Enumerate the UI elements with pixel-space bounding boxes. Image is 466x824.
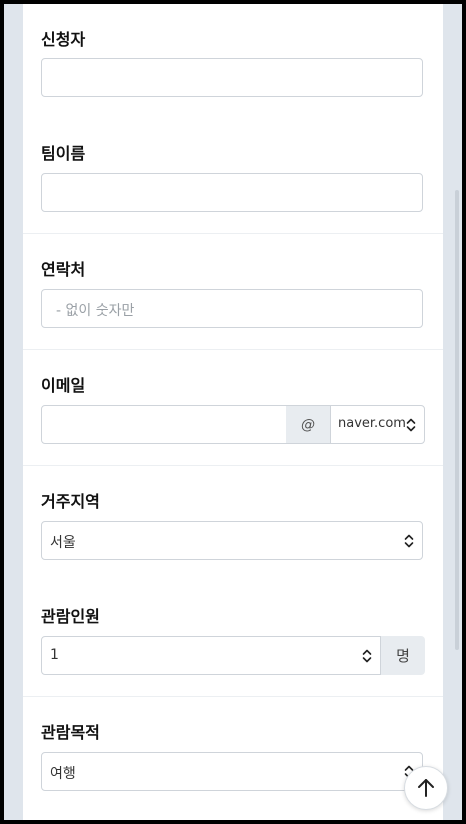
people-unit-addon: 명 — [381, 636, 425, 675]
scrollbar[interactable] — [455, 190, 459, 650]
divider — [23, 233, 443, 234]
purpose-value: 여행 — [50, 766, 76, 782]
people-label: 관람인원 — [41, 607, 100, 626]
team-name-label: 팀이름 — [41, 144, 86, 163]
applicant-input[interactable] — [41, 58, 423, 97]
arrow-up-icon — [418, 779, 434, 797]
divider — [23, 349, 443, 350]
team-name-input[interactable] — [41, 173, 423, 212]
purpose-select[interactable]: 여행 — [41, 752, 423, 791]
purpose-label: 관람목적 — [41, 723, 100, 742]
region-value: 서울 — [50, 535, 76, 551]
email-label: 이메일 — [41, 376, 86, 395]
form-panel: 신청자 팀이름 연락처 - 없이 숫자만 이메일 @ naver.com 거주지… — [23, 4, 443, 820]
email-at-addon: @ — [286, 405, 330, 444]
contact-placeholder: - 없이 숫자만 — [56, 303, 135, 319]
contact-label: 연락처 — [41, 260, 86, 279]
divider — [23, 465, 443, 466]
sort-updown-icon[interactable] — [362, 648, 372, 664]
contact-input[interactable]: - 없이 숫자만 — [41, 289, 423, 328]
people-stepper[interactable]: 1 — [41, 636, 381, 675]
email-local-input[interactable] — [41, 405, 287, 444]
region-label: 거주지역 — [41, 492, 100, 511]
people-value: 1 — [50, 647, 59, 663]
sort-updown-icon — [406, 418, 416, 432]
email-domain-select[interactable]: naver.com — [330, 405, 425, 444]
page-frame: 신청자 팀이름 연락처 - 없이 숫자만 이메일 @ naver.com 거주지… — [4, 4, 462, 820]
applicant-label: 신청자 — [41, 30, 86, 49]
email-domain-value: naver.com — [338, 416, 406, 431]
scroll-to-top-button[interactable] — [404, 766, 448, 810]
region-select[interactable]: 서울 — [41, 521, 423, 560]
divider — [23, 696, 443, 697]
sort-updown-icon — [404, 534, 414, 548]
